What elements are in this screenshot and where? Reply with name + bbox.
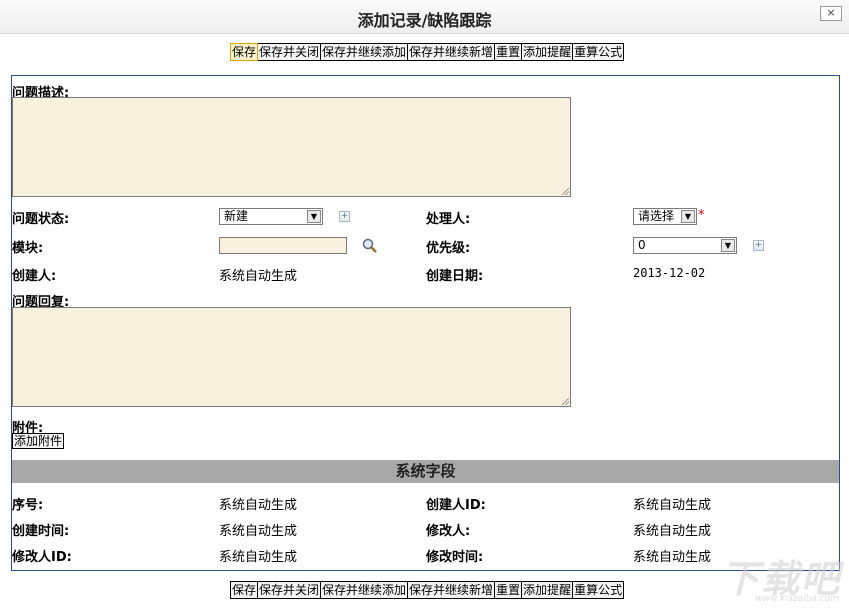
- chevron-down-icon: ▼: [721, 239, 735, 252]
- resize-grip-icon[interactable]: [562, 398, 569, 405]
- status-select[interactable]: 新建 ▼: [219, 208, 323, 225]
- add-reminder-button[interactable]: 添加提醒: [522, 43, 574, 61]
- modifier-label: 修改人:: [426, 524, 471, 539]
- created-time-label: 创建时间:: [12, 524, 70, 539]
- close-button[interactable]: ×: [820, 6, 842, 21]
- add-priority-icon[interactable]: +: [753, 240, 764, 251]
- add-attachment-button[interactable]: 添加附件: [12, 433, 65, 449]
- seq-value: 系统自动生成: [219, 498, 298, 513]
- recalculate-formula-button[interactable]: 重算公式: [573, 43, 625, 61]
- creator-id-value: 系统自动生成: [633, 498, 712, 513]
- form-panel: 问题描述: 问题状态: 新建 ▼ + 处理人: 请选择 ▼ * 模块: 优先级:…: [11, 75, 840, 571]
- reset-button[interactable]: 重置: [495, 43, 523, 61]
- created-date-label: 创建日期:: [426, 269, 484, 284]
- priority-select[interactable]: 0 ▼: [633, 237, 737, 254]
- save-button[interactable]: 保存: [230, 581, 259, 599]
- priority-label: 优先级:: [426, 241, 471, 256]
- status-select-value: 新建: [224, 209, 249, 223]
- save-and-close-button[interactable]: 保存并关闭: [258, 43, 322, 61]
- module-input[interactable]: [219, 237, 347, 254]
- window-title: 添加记录/缺陷跟踪: [357, 11, 492, 30]
- search-icon[interactable]: [362, 238, 378, 254]
- chevron-down-icon: ▼: [307, 210, 321, 223]
- resize-grip-icon[interactable]: [562, 188, 569, 195]
- title-bar: 添加记录/缺陷跟踪 ×: [0, 0, 849, 34]
- modifier-value: 系统自动生成: [633, 524, 712, 539]
- chevron-down-icon: ▼: [681, 210, 695, 223]
- handler-label: 处理人:: [426, 212, 471, 227]
- modified-time-value: 系统自动生成: [633, 550, 712, 565]
- creator-label: 创建人:: [12, 269, 57, 284]
- save-and-continue-new-button[interactable]: 保存并继续新增: [408, 43, 496, 61]
- module-label: 模块:: [12, 241, 44, 256]
- handler-select-value: 请选择: [638, 209, 675, 223]
- watermark: 下载吧 www.xiazaiba.com: [717, 548, 845, 606]
- description-textarea[interactable]: [12, 97, 571, 197]
- system-fields-header: 系统字段: [12, 460, 839, 483]
- add-status-icon[interactable]: +: [339, 211, 350, 222]
- save-and-close-button[interactable]: 保存并关闭: [258, 581, 322, 599]
- save-button[interactable]: 保存: [230, 43, 259, 61]
- created-time-value: 系统自动生成: [219, 524, 298, 539]
- recalculate-formula-button[interactable]: 重算公式: [573, 581, 625, 599]
- created-date-value: 2013-12-02: [633, 266, 706, 280]
- add-reminder-button[interactable]: 添加提醒: [522, 581, 574, 599]
- modifier-id-value: 系统自动生成: [219, 550, 298, 565]
- save-and-continue-new-button[interactable]: 保存并继续新增: [408, 581, 496, 599]
- modifier-id-label: 修改人ID:: [12, 550, 72, 565]
- creator-value: 系统自动生成: [219, 269, 298, 284]
- status-label: 问题状态:: [12, 212, 70, 227]
- reply-textarea[interactable]: [12, 307, 571, 407]
- handler-select[interactable]: 请选择 ▼: [633, 208, 697, 225]
- bottom-toolbar: 保存 保存并关闭 保存并继续添加 保存并继续新增 重置 添加提醒 重算公式: [230, 581, 625, 599]
- seq-label: 序号:: [12, 498, 44, 513]
- modified-time-label: 修改时间:: [426, 550, 484, 565]
- required-mark: *: [698, 208, 705, 223]
- save-and-continue-add-button[interactable]: 保存并继续添加: [321, 581, 409, 599]
- priority-select-value: 0: [638, 238, 646, 252]
- watermark-url: www.xiazaiba.com: [755, 594, 839, 604]
- creator-id-label: 创建人ID:: [426, 498, 486, 513]
- reset-button[interactable]: 重置: [495, 581, 523, 599]
- top-toolbar: 保存 保存并关闭 保存并继续添加 保存并继续新增 重置 添加提醒 重算公式: [230, 43, 625, 61]
- save-and-continue-add-button[interactable]: 保存并继续添加: [321, 43, 409, 61]
